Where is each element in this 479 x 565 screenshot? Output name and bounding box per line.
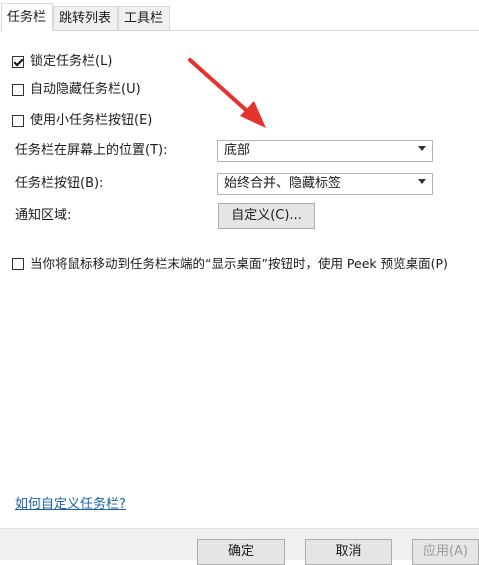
- position-label: 任务栏在屏幕上的位置(T):: [15, 143, 168, 158]
- auto-hide-label: 自动隐藏任务栏(U): [30, 82, 141, 97]
- taskbar-buttons-value: 始终合并、隐藏标签: [224, 176, 342, 191]
- help-link[interactable]: 如何自定义任务栏?: [15, 493, 126, 512]
- tab-strip: 任务栏 跳转列表 工具栏: [0, 0, 479, 31]
- taskbar-buttons-select[interactable]: 始终合并、隐藏标签: [217, 173, 433, 195]
- lock-taskbar-label: 锁定任务栏(L): [30, 54, 113, 69]
- lock-taskbar-option[interactable]: 锁定任务栏(L): [12, 52, 112, 72]
- taskbar-buttons-label: 任务栏按钮(B):: [15, 176, 104, 191]
- arrow-head: [240, 101, 266, 128]
- small-buttons-label: 使用小任务栏按钮(E): [30, 113, 153, 128]
- chevron-down-icon: [418, 146, 426, 151]
- peek-checkbox[interactable]: [12, 258, 24, 270]
- small-buttons-checkbox[interactable]: [12, 115, 24, 127]
- tab-toolbars[interactable]: 工具栏: [118, 6, 170, 30]
- lock-taskbar-checkbox[interactable]: [12, 56, 24, 68]
- auto-hide-option[interactable]: 自动隐藏任务栏(U): [12, 80, 141, 100]
- auto-hide-checkbox[interactable]: [12, 84, 24, 96]
- tab-jump-lists[interactable]: 跳转列表: [53, 6, 118, 30]
- apply-button[interactable]: 应用(A): [412, 539, 479, 565]
- tab-taskbar[interactable]: 任务栏: [1, 3, 53, 31]
- ok-button[interactable]: 确定: [197, 539, 285, 565]
- peek-option[interactable]: 当你将鼠标移动到任务栏末端的“显示桌面”按钮时，使用 Peek 预览桌面(P): [12, 254, 448, 274]
- cancel-button[interactable]: 取消: [305, 539, 392, 565]
- small-buttons-option[interactable]: 使用小任务栏按钮(E): [12, 111, 152, 131]
- arrow-shaft: [188, 58, 257, 120]
- position-value: 底部: [224, 143, 251, 158]
- chevron-down-icon: [418, 179, 426, 184]
- position-select[interactable]: 底部: [217, 140, 433, 162]
- peek-label: 当你将鼠标移动到任务栏末端的“显示桌面”按钮时，使用 Peek 预览桌面(P): [30, 256, 448, 271]
- customize-button[interactable]: 自定义(C)...: [218, 203, 315, 229]
- notification-area-label: 通知区域:: [15, 208, 72, 223]
